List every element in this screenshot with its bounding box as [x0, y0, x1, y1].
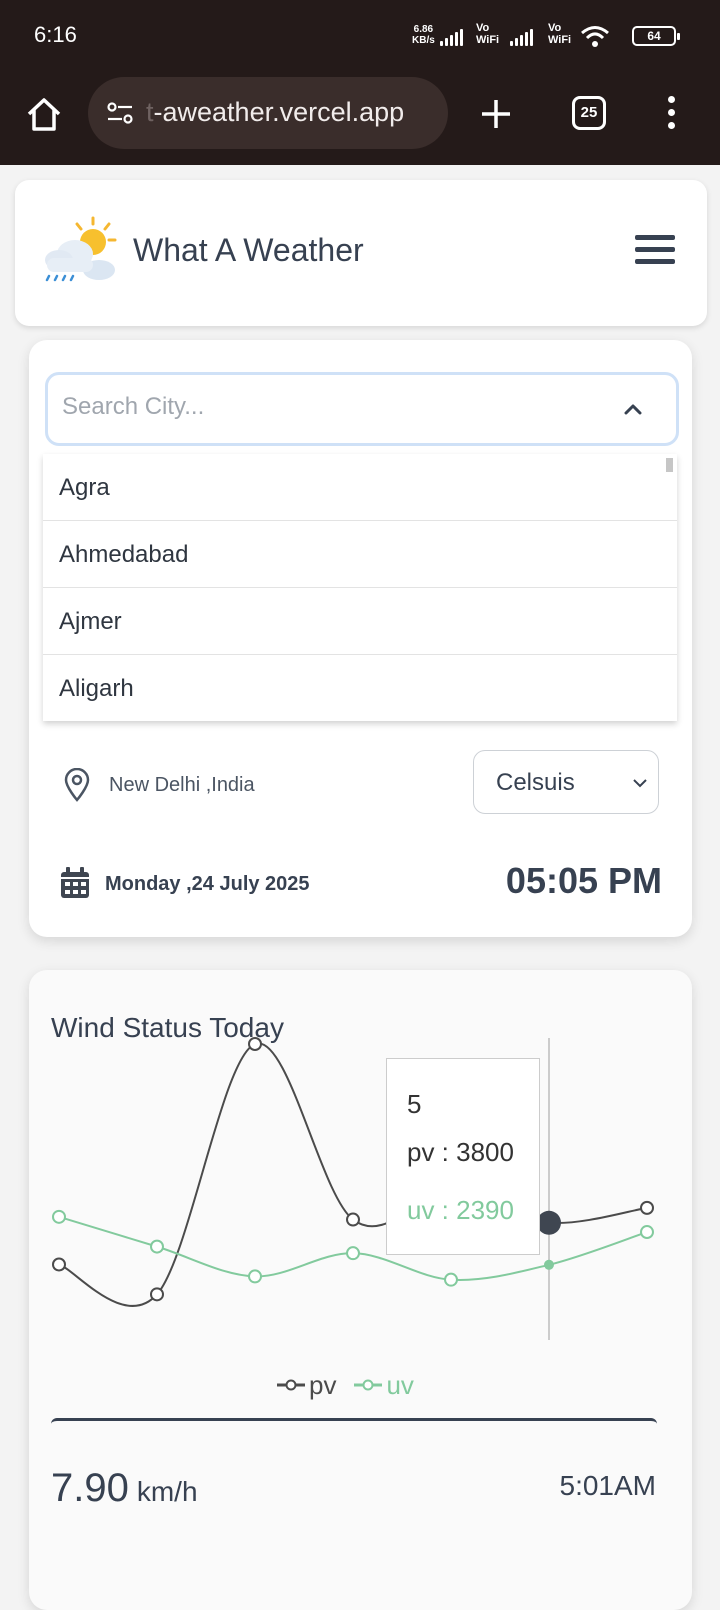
- city-option[interactable]: Agra: [43, 454, 677, 521]
- data-point-pv-6[interactable]: [640, 1200, 654, 1215]
- search-card: Agra Ahmedabad Ajmer Aligarh New Delhi ,…: [29, 340, 692, 937]
- current-location: New Delhi ,India: [109, 774, 255, 796]
- new-tab-icon[interactable]: [476, 94, 516, 134]
- vowifi-label-2: Vo WiFi: [548, 22, 572, 46]
- data-point-uv-2[interactable]: [248, 1269, 262, 1284]
- tooltip-pv: pv : 3800: [407, 1137, 514, 1167]
- address-bar[interactable]: t-aweather.vercel.app: [88, 77, 448, 149]
- tooltip-uv: uv : 2390: [407, 1195, 514, 1225]
- battery-icon: 64: [632, 26, 680, 46]
- city-search-combobox[interactable]: [45, 372, 679, 446]
- legend-uv-label: uv: [386, 1369, 414, 1400]
- app-header: What A Weather: [15, 180, 707, 326]
- data-point-pv-5[interactable]: [537, 1210, 561, 1235]
- wind-line-chart[interactable]: [29, 970, 692, 1370]
- data-point-uv-5[interactable]: [544, 1259, 554, 1270]
- wind-divider: [51, 1418, 657, 1424]
- chart-tooltip: 5 pv : 3800 uv : 2390: [386, 1058, 540, 1255]
- city-option[interactable]: Aligarh: [43, 655, 677, 721]
- home-icon[interactable]: [24, 94, 64, 134]
- wind-status-card: Wind Status Today 5 pv : 3800 uv : 2390 …: [29, 970, 692, 1610]
- signal-icon-2: [510, 26, 533, 46]
- data-point-pv-2[interactable]: [248, 1037, 262, 1051]
- wind-speed-value: 7.90: [51, 1466, 129, 1510]
- data-point-uv-3[interactable]: [346, 1246, 360, 1261]
- hamburger-menu-icon[interactable]: [635, 235, 675, 267]
- wind-time: 5:01AM: [559, 1470, 657, 1501]
- calendar-icon: [61, 867, 89, 898]
- data-point-uv-4[interactable]: [444, 1272, 458, 1287]
- data-point-uv-0[interactable]: [52, 1209, 66, 1224]
- series-line-pv: [58, 1042, 648, 1307]
- legend-item-pv[interactable]: pv: [277, 1370, 336, 1401]
- url-main: -aweather.vercel.app: [153, 97, 405, 127]
- network-speed-unit: KB/s: [412, 35, 435, 46]
- data-point-pv-3[interactable]: [346, 1212, 360, 1227]
- app-title: What A Weather: [133, 232, 364, 268]
- wind-speed-unit: km/h: [136, 1476, 198, 1507]
- location-pin-icon: [64, 768, 90, 802]
- unit-selected-value: Celsuis: [496, 769, 575, 796]
- city-search-input[interactable]: [62, 393, 582, 421]
- network-speed: 6.86 KB/s: [412, 24, 435, 46]
- tooltip-uv-value: 2390: [456, 1195, 514, 1225]
- tooltip-pv-value: 3800: [456, 1137, 514, 1167]
- signal-icon: [440, 26, 463, 46]
- temperature-unit-select[interactable]: Celsuis: [473, 750, 659, 814]
- legend-uv-icon: [354, 1379, 383, 1391]
- data-point-uv-1[interactable]: [150, 1239, 164, 1254]
- chevron-up-icon[interactable]: [622, 401, 644, 417]
- legend-pv-label: pv: [309, 1369, 337, 1400]
- data-point-pv-1[interactable]: [150, 1287, 164, 1302]
- wind-speed: 7.90 km/h: [51, 1466, 198, 1511]
- weather-logo-icon: [45, 216, 117, 282]
- url-text[interactable]: t-aweather.vercel.app: [146, 97, 436, 128]
- network-speed-value: 6.86: [413, 24, 434, 35]
- chevron-down-icon: [633, 779, 647, 788]
- data-point-uv-6[interactable]: [640, 1225, 654, 1240]
- data-point-pv-0[interactable]: [52, 1257, 66, 1272]
- browser-chrome: 6:16 6.86 KB/s Vo WiFi Vo WiFi 64 t-awea: [0, 0, 720, 165]
- city-dropdown-list: Agra Ahmedabad Ajmer Aligarh: [43, 454, 677, 721]
- dropdown-scrollbar[interactable]: [666, 458, 673, 472]
- city-option[interactable]: Ahmedabad: [43, 521, 677, 588]
- site-settings-icon[interactable]: [106, 99, 134, 127]
- status-bar: 6:16 6.86 KB/s Vo WiFi Vo WiFi 64: [0, 0, 720, 72]
- tab-switcher-button[interactable]: 25: [572, 96, 606, 130]
- city-option[interactable]: Ajmer: [43, 588, 677, 655]
- legend-item-uv[interactable]: uv: [354, 1369, 414, 1401]
- status-time: 6:16: [34, 22, 77, 47]
- wifi-icon: [581, 26, 609, 47]
- current-time: 05:05 PM: [505, 860, 662, 901]
- vowifi-label-1: Vo WiFi: [476, 22, 500, 46]
- browser-menu-icon[interactable]: [666, 96, 676, 132]
- url-faded-part: t: [146, 97, 154, 127]
- legend-pv-icon: [277, 1379, 305, 1391]
- tooltip-label: 5: [407, 1089, 422, 1119]
- chart-legend: pv uv: [277, 1370, 432, 1400]
- current-date: Monday ,24 July 2025: [105, 873, 310, 895]
